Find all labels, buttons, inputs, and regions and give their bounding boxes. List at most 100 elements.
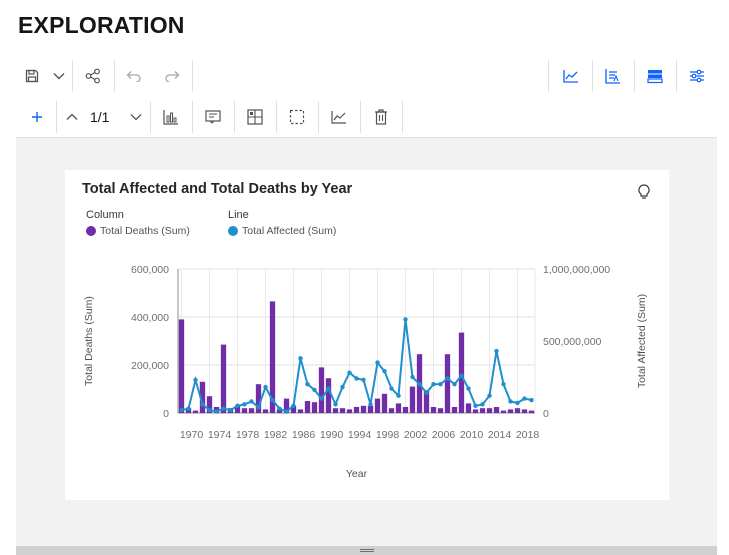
bar-total-deaths	[297, 409, 304, 413]
x-tick-label: 1986	[292, 429, 316, 441]
point-total-affected	[424, 390, 429, 396]
bar-total-deaths	[444, 354, 451, 413]
delete-button[interactable]	[364, 97, 398, 137]
share-button[interactable]	[78, 56, 108, 96]
point-total-affected	[319, 396, 324, 401]
x-tick-label: 1974	[208, 429, 232, 441]
bar-total-deaths	[353, 407, 360, 413]
point-total-affected	[263, 384, 268, 390]
save-options-dropdown[interactable]	[48, 56, 70, 96]
bar-total-deaths	[458, 332, 465, 413]
bar-total-deaths	[500, 410, 507, 413]
data-table-icon	[647, 70, 663, 84]
point-total-affected	[193, 377, 198, 383]
y-axis-label: Total Deaths (Sum)	[83, 296, 95, 386]
bar-total-deaths	[402, 407, 409, 413]
line-chart-icon	[331, 111, 346, 124]
bar-total-deaths	[388, 408, 395, 413]
select-area-button[interactable]	[280, 97, 314, 137]
point-total-affected	[200, 402, 205, 407]
add-widget-button[interactable]	[238, 97, 272, 137]
bar-total-deaths	[493, 407, 500, 413]
x-tick-label: 2010	[460, 429, 484, 441]
point-total-affected	[179, 407, 184, 413]
add-visualization-button[interactable]	[154, 97, 188, 137]
share-icon	[85, 68, 100, 84]
x-tick-label: 2018	[516, 429, 540, 441]
point-total-affected	[438, 382, 443, 387]
y-tick-label: 400,000	[131, 312, 169, 324]
visualization-type-button[interactable]	[554, 56, 588, 96]
previous-page-button[interactable]	[62, 97, 82, 137]
point-total-affected	[508, 399, 513, 404]
point-total-affected	[326, 386, 331, 391]
change-chart-button[interactable]	[322, 97, 356, 137]
undo-button[interactable]	[119, 56, 149, 96]
fields-button[interactable]	[596, 56, 630, 96]
point-total-affected	[529, 397, 534, 403]
bar-total-deaths	[192, 410, 199, 413]
save-button[interactable]	[20, 56, 44, 96]
grip-icon	[360, 549, 374, 550]
point-total-affected	[494, 348, 499, 354]
point-total-affected	[284, 409, 289, 414]
bar-total-deaths	[248, 408, 255, 413]
point-total-affected	[291, 403, 296, 408]
bar-total-deaths	[381, 393, 388, 413]
bar-total-deaths	[528, 410, 535, 413]
sliders-icon	[690, 69, 704, 83]
add-page-button[interactable]	[24, 97, 50, 137]
x-tick-label: 1978	[236, 429, 260, 441]
point-total-affected	[487, 393, 492, 398]
data-tray-button[interactable]	[638, 56, 672, 96]
plus-icon	[32, 112, 42, 122]
point-total-affected	[256, 405, 261, 410]
chart-card[interactable]: Total Affected and Total Deaths by Year …	[65, 170, 669, 500]
point-total-affected	[410, 374, 415, 380]
save-icon	[25, 69, 39, 83]
undo-icon	[126, 71, 141, 82]
line-chart-icon	[563, 70, 578, 83]
point-total-affected	[480, 402, 485, 407]
add-text-button[interactable]	[196, 97, 230, 137]
point-total-affected	[235, 403, 240, 408]
point-total-affected	[522, 396, 527, 401]
bar-total-deaths	[241, 408, 248, 413]
bar-total-deaths	[346, 409, 353, 413]
point-total-affected	[417, 382, 422, 387]
bar-total-deaths	[479, 408, 486, 413]
bar-total-deaths	[262, 409, 269, 413]
page-indicator: 1/1	[90, 109, 110, 125]
bar-total-deaths	[395, 403, 402, 413]
point-total-affected	[396, 393, 401, 398]
point-total-affected	[305, 382, 310, 387]
bar-total-deaths	[507, 409, 514, 413]
bar-chart-icon	[163, 110, 178, 125]
point-total-affected	[501, 382, 506, 387]
x-tick-label: 2014	[488, 429, 512, 441]
point-total-affected	[466, 386, 471, 391]
point-total-affected	[186, 406, 191, 411]
point-total-affected	[515, 400, 520, 406]
bar-total-deaths	[514, 408, 521, 413]
canvas-toolbar: 1/1	[16, 97, 717, 138]
point-total-affected	[242, 402, 247, 407]
point-total-affected	[228, 407, 233, 413]
bar-total-deaths	[220, 344, 227, 413]
point-total-affected	[354, 376, 359, 381]
point-total-affected	[221, 406, 226, 411]
properties-button[interactable]	[680, 56, 714, 96]
bar-total-deaths	[318, 367, 325, 413]
bar-total-deaths	[374, 398, 381, 413]
bar-total-deaths	[339, 408, 346, 413]
point-total-affected	[312, 387, 317, 393]
redo-button[interactable]	[157, 56, 187, 96]
bar-total-deaths	[178, 319, 185, 413]
x-tick-label: 1970	[180, 429, 204, 441]
x-tick-label: 1982	[264, 429, 288, 441]
next-page-button[interactable]	[126, 97, 146, 137]
resize-handle[interactable]	[16, 546, 717, 555]
redo-icon	[165, 71, 180, 82]
y2-tick-label: 1,000,000,000	[543, 264, 610, 276]
point-total-affected	[389, 386, 394, 391]
